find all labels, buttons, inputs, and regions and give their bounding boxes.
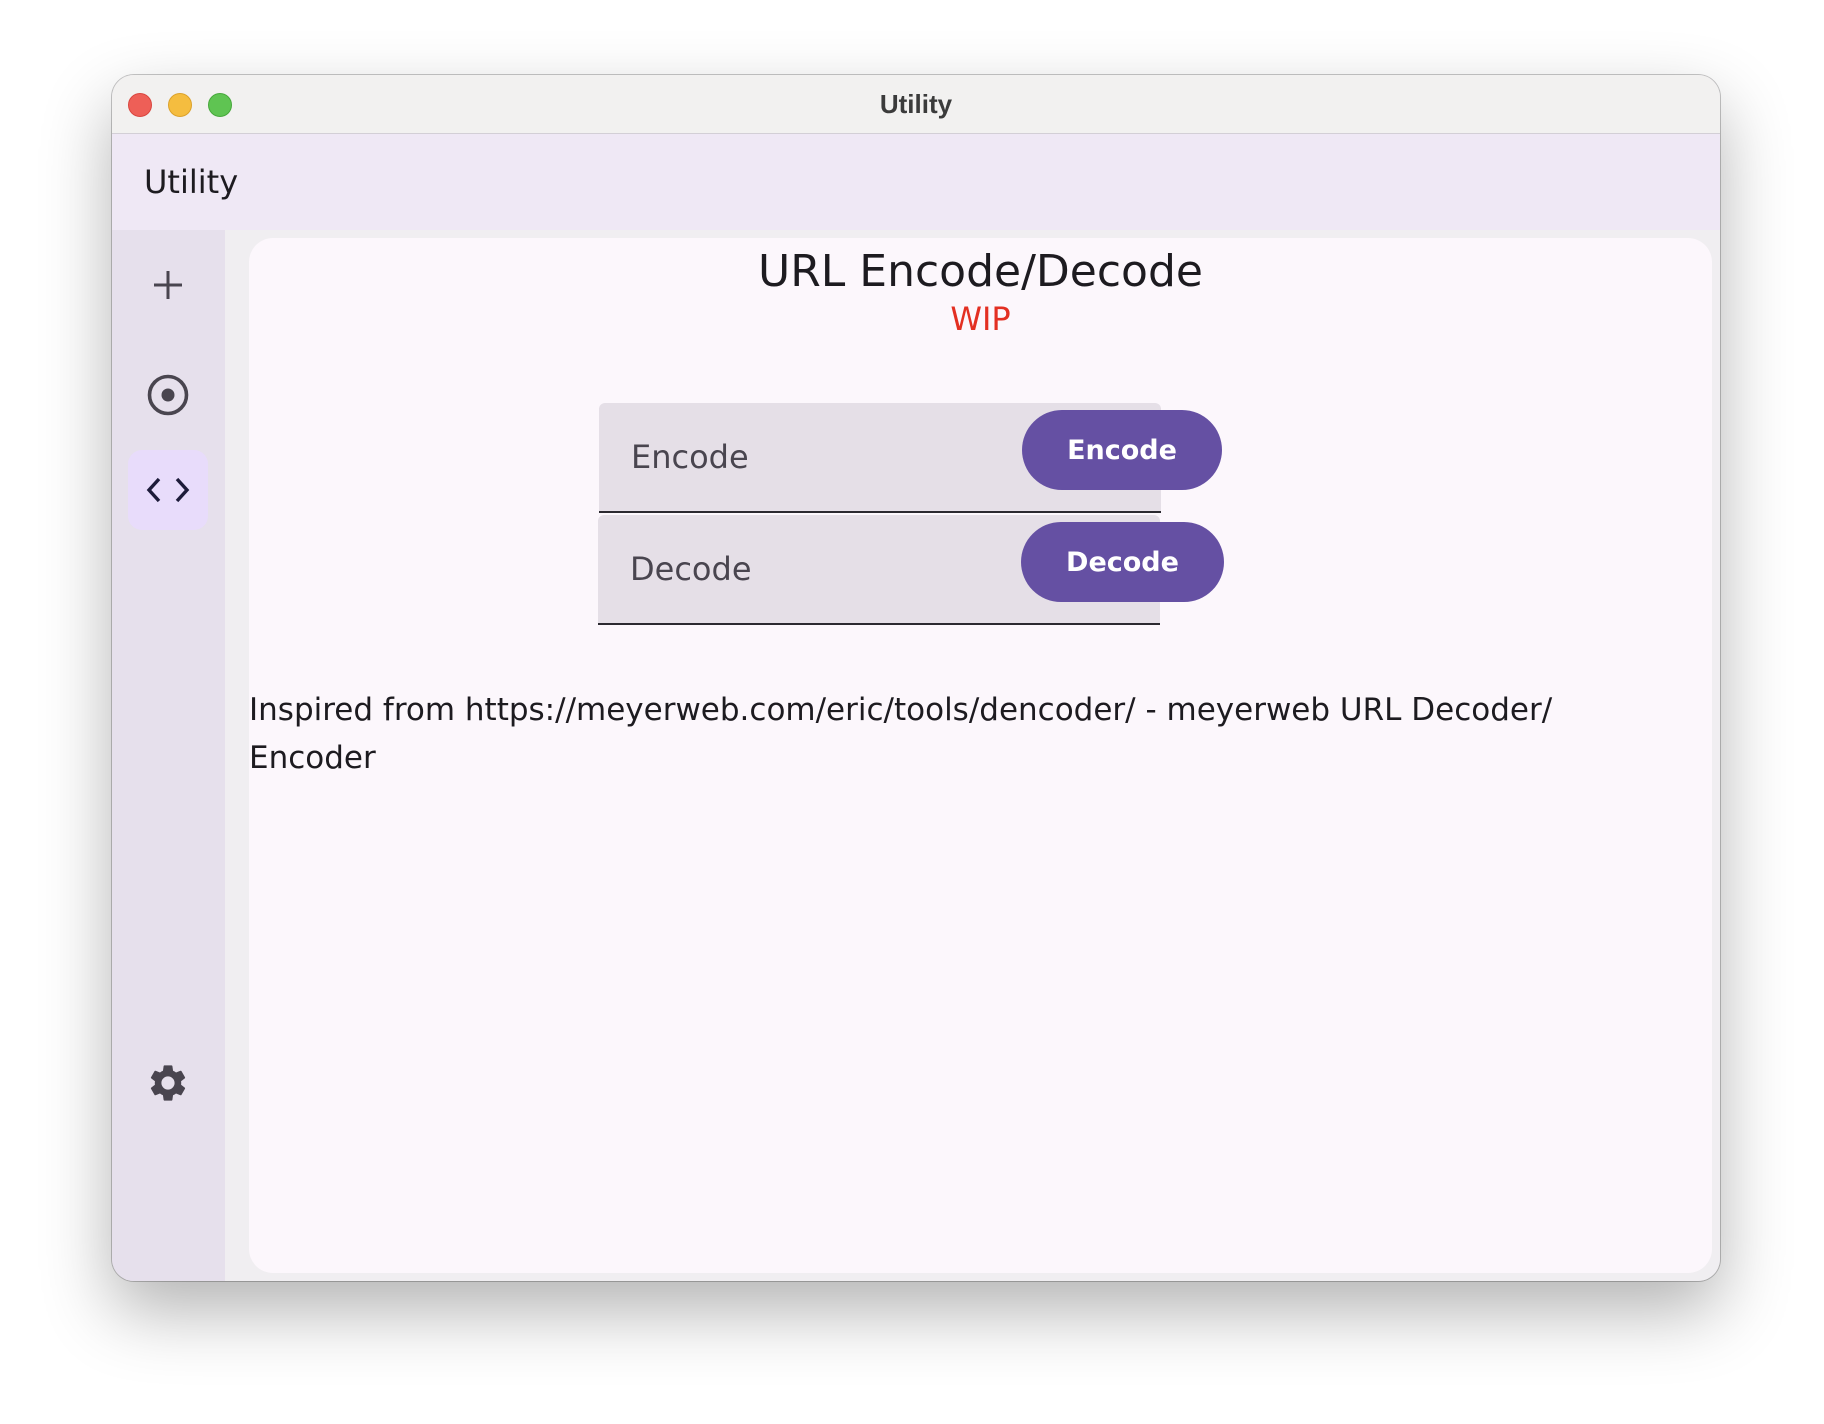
window-title: Utility [879, 89, 953, 119]
plus-icon [154, 271, 182, 299]
radio-button-icon [147, 374, 189, 416]
rail-item-radio[interactable] [128, 355, 208, 435]
main-content: URL Encode/Decode WIP Encode Decode Insp… [249, 238, 1712, 1273]
page-title: URL Encode/Decode [758, 246, 1203, 297]
status-label: WIP [950, 300, 1011, 338]
app-window: Utility Utility URL Encode/Decode WIP En… [112, 75, 1720, 1281]
credit-text: Inspired from https://meyerweb.com/eric/… [249, 692, 1553, 776]
rail-item-settings[interactable] [128, 1043, 208, 1123]
rail-item-url-encode[interactable] [128, 450, 208, 530]
code-icon [146, 477, 190, 503]
decode-button[interactable]: Decode [1021, 522, 1224, 602]
gear-icon [150, 1065, 186, 1101]
app-bar-title: Utility [144, 163, 239, 201]
title-bar[interactable]: Utility [112, 75, 1720, 134]
encode-button[interactable]: Encode [1022, 410, 1222, 490]
navigation-rail [112, 230, 225, 1281]
rail-item-add[interactable] [128, 245, 208, 325]
app-bar: Utility [112, 134, 1720, 230]
